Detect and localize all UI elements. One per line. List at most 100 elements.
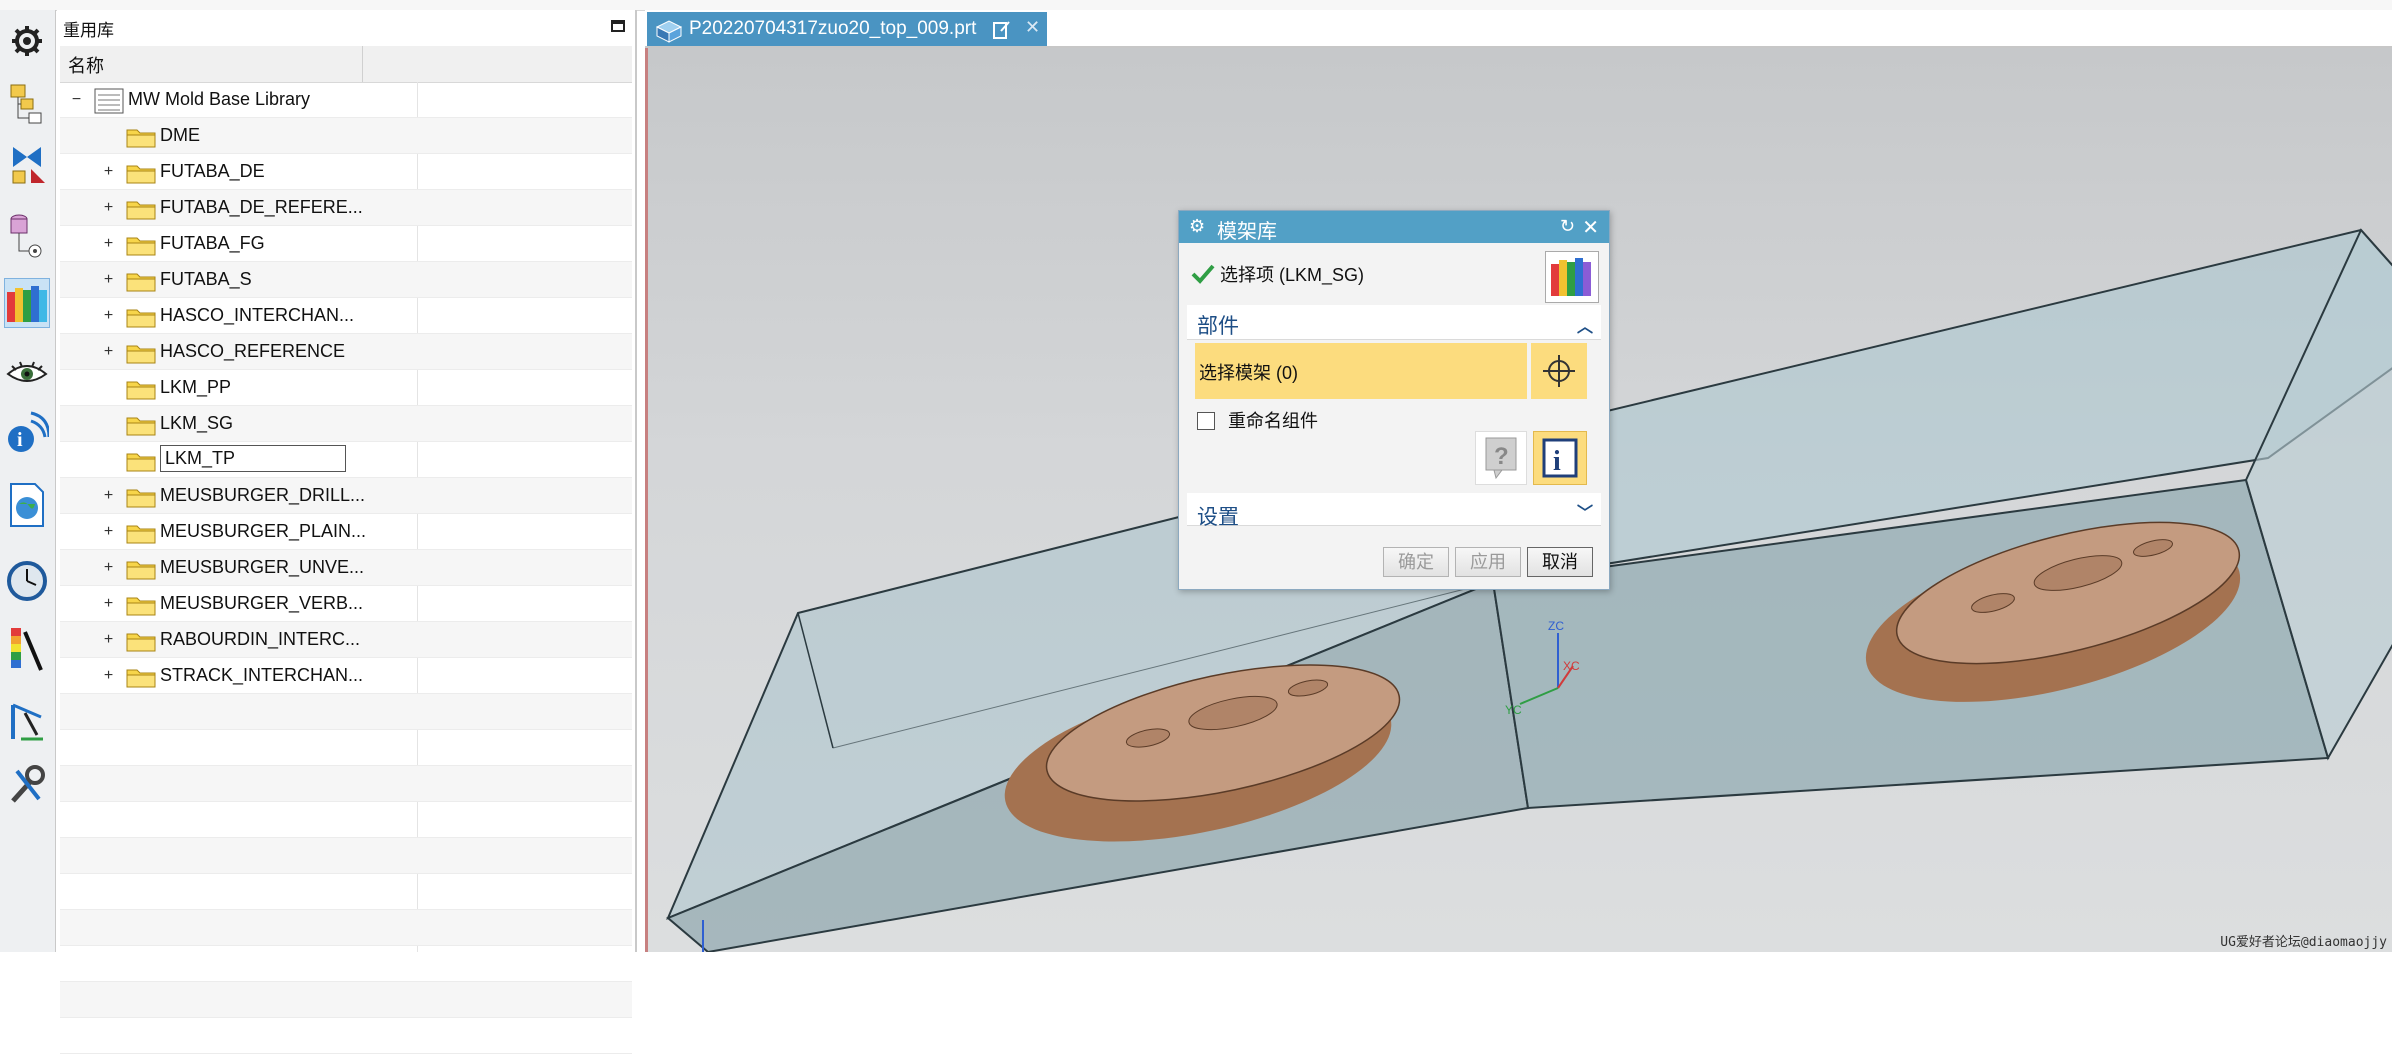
settings-gear-icon[interactable] xyxy=(4,16,50,66)
tree-row-empty xyxy=(60,1018,632,1054)
tree-row[interactable]: + MEUSBURGER_VERB... xyxy=(60,586,632,622)
info-icon: i xyxy=(1542,438,1578,478)
tree-row[interactable]: + FUTABA_DE_REFERE... xyxy=(60,190,632,226)
tree-row[interactable]: + HASCO_REFERENCE xyxy=(60,334,632,370)
tree-row[interactable]: + MEUSBURGER_DRILL... xyxy=(60,478,632,514)
expand-icon[interactable]: + xyxy=(102,632,115,648)
library-books-icon xyxy=(1551,258,1591,296)
crosshair-icon xyxy=(1543,355,1575,387)
close-tab-icon[interactable]: ✕ xyxy=(1025,17,1040,38)
cancel-button[interactable]: 取消 xyxy=(1527,547,1593,577)
column-header[interactable]: 名称 xyxy=(60,46,632,83)
tree-row[interactable]: LKM_PP xyxy=(60,370,632,406)
tree-item-label: FUTABA_S xyxy=(160,269,252,289)
expand-icon[interactable]: + xyxy=(102,668,115,684)
tree-item-label: FUTABA_FG xyxy=(160,233,265,253)
ok-button[interactable]: 确定 xyxy=(1383,547,1449,577)
folder-icon xyxy=(126,489,156,508)
folder-icon xyxy=(126,525,156,544)
tree-row-empty xyxy=(60,694,632,730)
edit-tab-icon[interactable] xyxy=(993,20,1011,40)
part-file-icon xyxy=(655,20,683,43)
history-clock-icon[interactable] xyxy=(4,556,50,606)
tree-row[interactable]: + FUTABA_S xyxy=(60,262,632,298)
rename-component-checkbox[interactable] xyxy=(1197,412,1215,430)
settings-section-header[interactable]: 设置 ﹀ xyxy=(1187,493,1601,529)
tree-row[interactable]: LKM_TP xyxy=(60,442,632,478)
assembly-navigator-icon[interactable] xyxy=(4,80,50,130)
reset-icon[interactable]: ↻ xyxy=(1560,216,1575,237)
rename-component-row[interactable]: 重命名组件 xyxy=(1197,407,1318,433)
info-signal-icon[interactable]: i xyxy=(4,408,50,458)
tree-item-label: RABOURDIN_INTERC... xyxy=(160,629,361,649)
tree-row-root[interactable]: − MW Mold Base Library xyxy=(60,82,632,118)
tab-label: P20220704317zuo20_top_009.prt xyxy=(689,18,977,39)
web-browser-icon[interactable] xyxy=(4,480,50,530)
checkmark-icon xyxy=(1191,264,1215,284)
tree-row-empty xyxy=(60,766,632,802)
expand-icon[interactable]: + xyxy=(102,596,115,612)
chevron-up-icon[interactable]: ︿ xyxy=(1577,313,1593,337)
dialog-title-bar[interactable]: ⚙ 模架库 ↻ ✕ xyxy=(1179,211,1609,243)
tree-row[interactable]: + MEUSBURGER_UNVE... xyxy=(60,550,632,586)
settings-section-label: 设置 xyxy=(1197,506,1239,529)
tree-row[interactable]: + STRACK_INTERCHAN... xyxy=(60,658,632,694)
tree-row[interactable]: DME xyxy=(60,118,632,154)
expand-icon[interactable]: + xyxy=(102,272,115,288)
watermark-text: UG爱好者论坛@diaomaojjy xyxy=(2220,935,2387,950)
tree-row[interactable]: + RABOURDIN_INTERC... xyxy=(60,622,632,658)
folder-icon xyxy=(126,669,156,688)
expand-icon[interactable]: + xyxy=(102,524,115,540)
tree-row[interactable]: + FUTABA_DE xyxy=(60,154,632,190)
select-frame-button[interactable] xyxy=(1531,343,1587,399)
column-separator[interactable] xyxy=(362,46,363,82)
rename-component-label: 重命名组件 xyxy=(1228,411,1319,431)
svg-text:?: ? xyxy=(1494,443,1509,470)
tree-item-label: FUTABA_DE xyxy=(160,161,265,181)
svg-text:i: i xyxy=(17,429,23,451)
expand-icon[interactable]: + xyxy=(102,236,115,252)
constraint-navigator-icon[interactable] xyxy=(4,140,50,190)
tree-item-label: MEUSBURGER_DRILL... xyxy=(160,485,366,505)
expand-icon[interactable]: + xyxy=(102,344,115,360)
library-books-button[interactable] xyxy=(1545,251,1599,303)
expand-icon[interactable]: + xyxy=(102,560,115,576)
selection-item-label: 选择项 (LKM_SG) xyxy=(1220,265,1365,285)
chevron-down-icon[interactable]: ﹀ xyxy=(1577,499,1593,523)
folder-icon xyxy=(126,309,156,328)
expand-icon[interactable]: + xyxy=(102,308,115,324)
folder-icon xyxy=(126,129,156,148)
select-frame-field[interactable]: 选择模架 (0) xyxy=(1195,343,1527,399)
tree-item-label: STRACK_INTERCHAN... xyxy=(160,665,364,685)
tree-row[interactable]: + HASCO_INTERCHAN... xyxy=(60,298,632,334)
expand-icon[interactable]: + xyxy=(102,164,115,180)
color-palette-icon[interactable] xyxy=(4,624,50,674)
tree-row-empty xyxy=(60,730,632,766)
part-navigator-icon[interactable] xyxy=(4,210,50,260)
apply-button[interactable]: 应用 xyxy=(1455,547,1521,577)
process-tools-icon[interactable] xyxy=(4,696,50,746)
reuse-library-icon[interactable] xyxy=(4,278,50,328)
tree-row[interactable]: + FUTABA_FG xyxy=(60,226,632,262)
tab-part-file[interactable]: P20220704317zuo20_top_009.prt ✕ xyxy=(647,12,1047,46)
tree-row[interactable]: + MEUSBURGER_PLAIN... xyxy=(60,514,632,550)
tree-row-empty xyxy=(60,910,632,946)
roles-tools-icon[interactable] xyxy=(4,760,50,810)
tree-row[interactable]: LKM_SG xyxy=(60,406,632,442)
folder-icon xyxy=(126,633,156,652)
folder-icon xyxy=(126,237,156,256)
tree-item-label: HASCO_INTERCHAN... xyxy=(160,305,355,325)
info-button[interactable]: i xyxy=(1533,431,1587,485)
maximize-icon[interactable] xyxy=(611,20,625,32)
tree-row-empty xyxy=(60,874,632,910)
expand-icon[interactable]: + xyxy=(102,200,115,216)
parts-section-header[interactable]: 部件 ︿ xyxy=(1187,305,1601,340)
close-dialog-icon[interactable]: ✕ xyxy=(1582,215,1599,240)
mold-base-library-dialog: ⚙ 模架库 ↻ ✕ 选择项 (LKM_SG) 部件 ︿ 选择模架 (0) 重命名… xyxy=(1178,210,1610,590)
wcs-xc-label: XC xyxy=(1563,659,1580,673)
help-button[interactable]: ? xyxy=(1475,431,1527,485)
expand-icon[interactable]: + xyxy=(102,488,115,504)
collapse-icon[interactable]: − xyxy=(70,92,83,108)
tree-row-empty xyxy=(60,802,632,838)
visualization-eye-icon[interactable] xyxy=(4,348,50,398)
